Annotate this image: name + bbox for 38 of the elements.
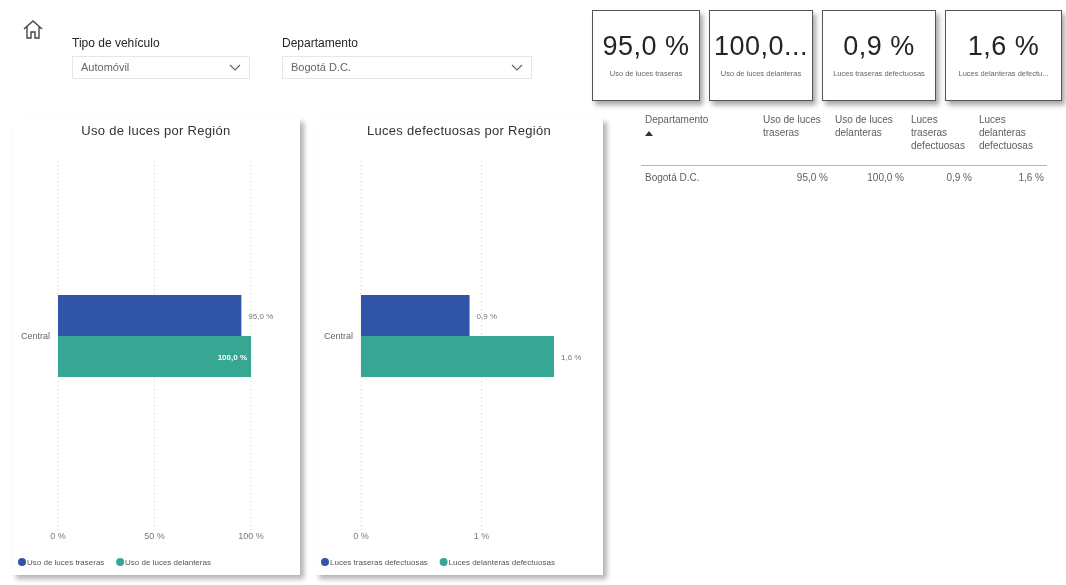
axis-tick-label: 1 %: [473, 530, 490, 541]
dropdown-field[interactable]: Automóvil: [72, 56, 250, 79]
chevron-down-icon: [511, 63, 523, 72]
table-cell: 95,0 %: [796, 171, 828, 183]
chevron-down-icon: [229, 63, 241, 72]
dropdown-field[interactable]: Bogotá D.C.: [282, 56, 532, 79]
table-cell: Bogotá D.C.: [645, 171, 700, 183]
filter-label: Tipo de vehículo: [72, 35, 161, 52]
axis-tick-label: 50 %: [144, 530, 165, 541]
column-header[interactable]: Departamento: [645, 113, 756, 126]
legend-label: Uso de luces delanteras: [125, 557, 211, 567]
column-header[interactable]: Uso de luces traseras: [763, 113, 828, 139]
legend-label: Uso de luces traseras: [27, 557, 105, 567]
table-cell: 100,0 %: [867, 171, 904, 183]
chart-title: Luces defectuosas por Región: [366, 122, 552, 140]
table-cell: 0,9 %: [946, 171, 972, 183]
data-label: 1,6 %: [561, 352, 582, 361]
category-label: Central: [21, 330, 50, 341]
axis-tick-label: 100 %: [238, 530, 264, 541]
chart-title: Uso de luces por Región: [80, 122, 232, 140]
data-label: 100,0 %: [217, 352, 247, 361]
column-header[interactable]: Luces delanteras defectuosas: [979, 113, 1044, 152]
axis-tick-label: 0 %: [353, 530, 369, 541]
kpi-value: 1,6 %: [967, 32, 1040, 62]
filter-label: Departamento: [282, 35, 360, 52]
category-label: Central: [324, 330, 353, 341]
legend-label: Luces traseras defectuosas: [330, 557, 428, 567]
kpi-value: 100,0...: [713, 32, 809, 62]
column-header[interactable]: Luces traseras defectuosas: [911, 113, 972, 152]
table-cell: 1,6 %: [1018, 171, 1044, 183]
kpi-value: 95,0 %: [602, 32, 690, 62]
home-icon[interactable]: [22, 18, 44, 40]
axis-tick-label: 0 %: [50, 530, 66, 541]
legend-label: Luces delanteras defectuosas: [448, 557, 555, 567]
kpi-value: 0,9 %: [843, 32, 915, 62]
data-label: 0,9 %: [476, 311, 498, 320]
data-label: 95,0 %: [248, 311, 274, 320]
column-header[interactable]: Uso de luces delanteras: [835, 113, 904, 139]
